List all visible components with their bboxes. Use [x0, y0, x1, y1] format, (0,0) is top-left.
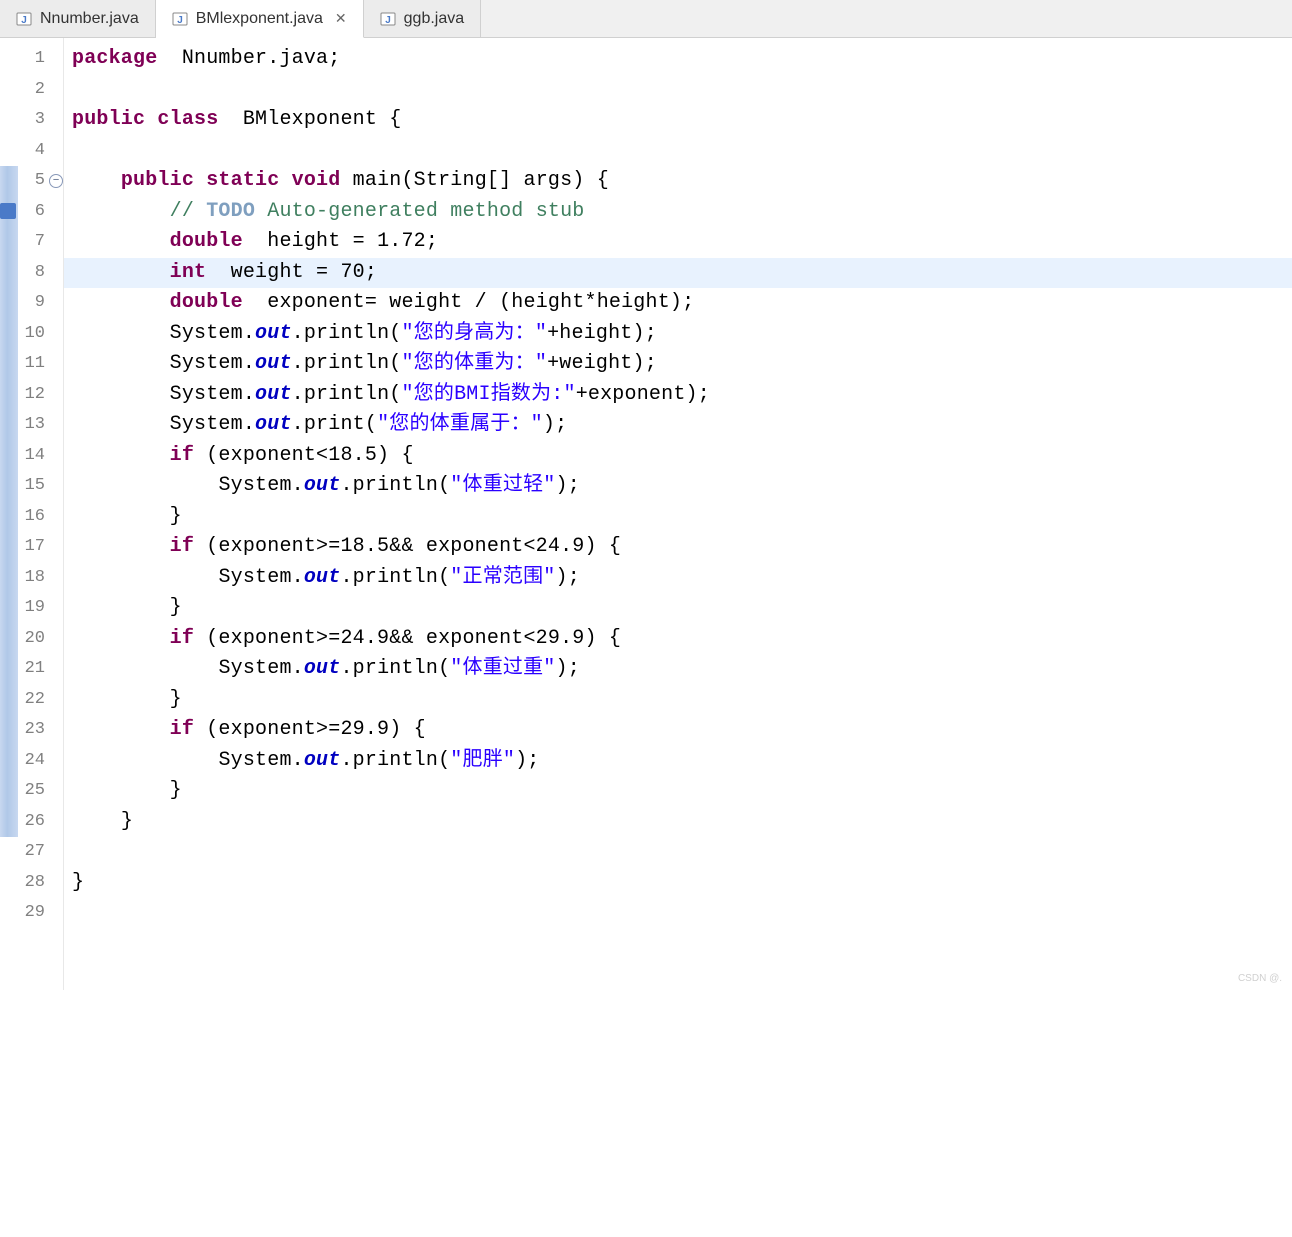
watermark: CSDN @. — [1238, 973, 1282, 984]
code-line[interactable]: } — [64, 776, 1292, 807]
line-number: 14 — [18, 441, 63, 472]
code-line[interactable]: System.out.println("肥胖"); — [64, 746, 1292, 777]
svg-text:J: J — [385, 15, 391, 26]
line-number: 9 — [18, 288, 63, 319]
code-line[interactable]: System.out.println("您的BMI指数为:"+exponent)… — [64, 380, 1292, 411]
marker-bar — [0, 38, 18, 990]
line-number: 26 — [18, 807, 63, 838]
code-line[interactable]: System.out.println("您的身高为："+height); — [64, 319, 1292, 350]
tab-ggb[interactable]: J ggb.java — [364, 0, 482, 37]
code-line[interactable]: } — [64, 868, 1292, 899]
line-number: 19 — [18, 593, 63, 624]
code-line[interactable]: if (exponent>=18.5&& exponent<24.9) { — [64, 532, 1292, 563]
line-number: 28 — [18, 868, 63, 899]
java-file-icon: J — [172, 11, 188, 27]
code-line[interactable]: if (exponent>=24.9&& exponent<29.9) { — [64, 624, 1292, 655]
line-number: 25 — [18, 776, 63, 807]
line-number: 18 — [18, 563, 63, 594]
code-line[interactable]: double exponent= weight / (height*height… — [64, 288, 1292, 319]
code-line[interactable]: System.out.println("体重过重"); — [64, 654, 1292, 685]
code-line[interactable]: public static void main(String[] args) { — [64, 166, 1292, 197]
close-icon[interactable]: ✕ — [335, 10, 347, 27]
code-line[interactable]: System.out.println("体重过轻"); — [64, 471, 1292, 502]
code-line[interactable] — [64, 837, 1292, 868]
code-line[interactable]: if (exponent>=29.9) { — [64, 715, 1292, 746]
code-line[interactable]: System.out.println("正常范围"); — [64, 563, 1292, 594]
line-number: 10 — [18, 319, 63, 350]
line-number: 22 — [18, 685, 63, 716]
line-number: 6 — [18, 197, 63, 228]
line-number: 1 — [18, 44, 63, 75]
line-number: 4 — [18, 136, 63, 167]
line-number: 7 — [18, 227, 63, 258]
line-number: 5− — [18, 166, 63, 197]
code-line[interactable]: package Nnumber.java; — [64, 44, 1292, 75]
code-line[interactable]: System.out.println("您的体重为："+weight); — [64, 349, 1292, 380]
java-file-icon: J — [380, 11, 396, 27]
java-file-icon: J — [16, 11, 32, 27]
fold-toggle-icon[interactable]: − — [49, 174, 63, 188]
code-line[interactable]: System.out.print("您的体重属于："); — [64, 410, 1292, 441]
line-number: 15 — [18, 471, 63, 502]
code-line[interactable]: } — [64, 593, 1292, 624]
tab-bar: J Nnumber.java J BMlexponent.java ✕ J gg… — [0, 0, 1292, 38]
line-number: 24 — [18, 746, 63, 777]
line-number: 23 — [18, 715, 63, 746]
line-number: 13 — [18, 410, 63, 441]
line-number: 27 — [18, 837, 63, 868]
line-number: 21 — [18, 654, 63, 685]
code-line[interactable]: } — [64, 502, 1292, 533]
line-number: 20 — [18, 624, 63, 655]
line-number: 12 — [18, 380, 63, 411]
code-content[interactable]: package Nnumber.java; public class BMlexp… — [64, 38, 1292, 990]
line-number: 2 — [18, 75, 63, 106]
line-number: 11 — [18, 349, 63, 380]
tab-label: ggb.java — [404, 10, 465, 28]
editor-area: 12345−6789101112131415161718192021222324… — [0, 38, 1292, 990]
line-number: 29 — [18, 898, 63, 929]
code-line[interactable]: if (exponent<18.5) { — [64, 441, 1292, 472]
code-line[interactable] — [64, 136, 1292, 167]
gutter: 12345−6789101112131415161718192021222324… — [18, 38, 64, 990]
quickfix-icon[interactable] — [0, 203, 16, 219]
tab-label: BMlexponent.java — [196, 10, 323, 28]
svg-text:J: J — [177, 15, 183, 26]
line-number: 3 — [18, 105, 63, 136]
code-line[interactable]: // TODO Auto-generated method stub — [64, 197, 1292, 228]
code-line[interactable]: } — [64, 807, 1292, 838]
code-line[interactable]: public class BMlexponent { — [64, 105, 1292, 136]
code-line[interactable] — [64, 898, 1292, 929]
svg-text:J: J — [21, 15, 27, 26]
code-line[interactable]: } — [64, 685, 1292, 716]
code-line[interactable]: double height = 1.72; — [64, 227, 1292, 258]
tab-label: Nnumber.java — [40, 10, 139, 28]
line-number: 16 — [18, 502, 63, 533]
line-number: 8 — [18, 258, 63, 289]
code-line[interactable] — [64, 75, 1292, 106]
code-line[interactable]: int weight = 70; — [64, 258, 1292, 289]
line-number: 17 — [18, 532, 63, 563]
tab-bmlexponent[interactable]: J BMlexponent.java ✕ — [156, 0, 364, 38]
tab-nnumber[interactable]: J Nnumber.java — [0, 0, 156, 37]
